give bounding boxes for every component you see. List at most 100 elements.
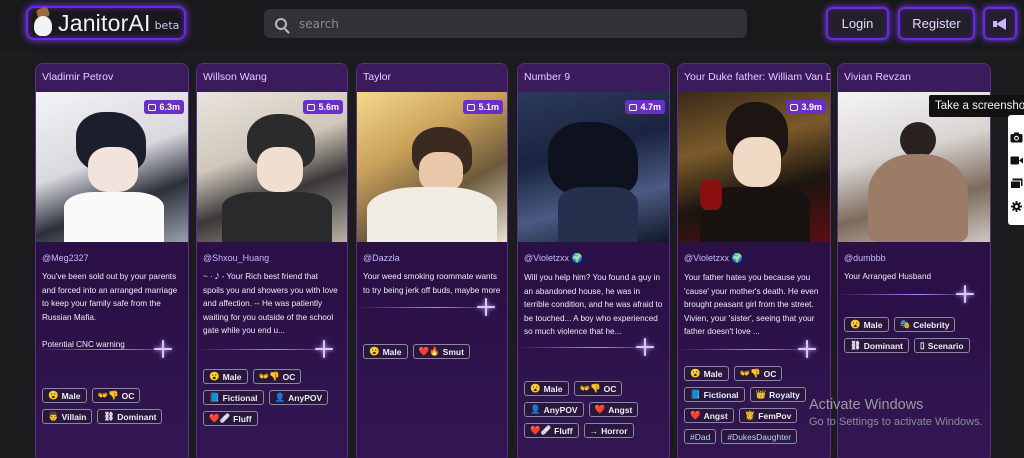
tag-emoji-icon: ❤️: [594, 404, 606, 414]
tag-label: Dominant: [117, 411, 157, 422]
card-description: Your weed smoking roommate wants to try …: [363, 272, 501, 295]
register-button[interactable]: Register: [898, 7, 975, 40]
tag-emoji-icon: 🎭: [899, 319, 911, 329]
divider: [678, 349, 814, 350]
tag-emoji-icon: 😮: [850, 319, 861, 329]
tag-label: Fictional: [703, 389, 739, 400]
creator-link[interactable]: @Shxou_Huang: [197, 253, 347, 263]
tag-label: Smut: [442, 346, 464, 357]
character-card[interactable]: Vladimir Petrov 6.3m @Meg2327 You've been s…: [35, 63, 189, 458]
tag-emoji-icon: 👨: [48, 411, 59, 421]
character-image[interactable]: 4.7m: [518, 92, 669, 242]
settings-icon[interactable]: [1010, 201, 1023, 212]
beta-badge: beta: [154, 18, 180, 32]
search-bar[interactable]: [264, 9, 747, 38]
tag-chip[interactable]: 📘 Fictional: [203, 390, 264, 405]
character-image[interactable]: 5.6m: [197, 92, 347, 242]
card-description: You've been sold out by your parents and…: [42, 272, 178, 349]
tag-emoji-icon: 😮: [369, 346, 380, 356]
tag-label: Male: [61, 390, 81, 401]
chat-count-badge: 6.3m: [144, 100, 184, 114]
tag-label: #DukesDaughter: [727, 431, 792, 442]
tag-label: Scenario: [927, 340, 964, 351]
window-icon[interactable]: [1010, 178, 1023, 189]
tag-chip[interactable]: 👐👎 OC: [733, 366, 783, 381]
creator-link[interactable]: @Violetzxx 🌍: [518, 253, 669, 264]
tag-chip[interactable]: 👐👎 OC: [252, 369, 302, 384]
tag-chip[interactable]: 👐👎 OC: [573, 381, 623, 396]
tag-chip[interactable]: ⛓ Dominant: [97, 409, 163, 424]
creator-link[interactable]: @Violetzxx 🌍: [678, 253, 830, 264]
announcement-button[interactable]: [983, 7, 1017, 40]
tag-chip[interactable]: 😮 Male: [844, 317, 889, 332]
tag-chip[interactable]: 😮 Male: [684, 366, 729, 381]
tag-emoji-icon: 👐👎: [97, 390, 119, 400]
search-icon: [275, 17, 287, 30]
tag-emoji-icon: 😮: [530, 383, 541, 393]
card-description: Your Arranged Husband: [844, 272, 932, 281]
tag-chip[interactable]: 😮 Male: [524, 381, 569, 396]
tag-list: 😮 Male 👐👎 OC 📘 Fictional 👤 AnyPOV ❤️🩹 Fluff: [203, 369, 347, 426]
login-button[interactable]: Login: [826, 7, 889, 40]
tag-label: Villain: [61, 411, 87, 422]
chat-count: 5.6m: [318, 102, 339, 112]
character-card[interactable]: Willson Wang 5.6m @Shxou_Huang ~ · 𝅘𝅥𝅮 - Yo…: [196, 63, 348, 458]
card-title: Taylor: [357, 64, 507, 92]
character-image[interactable]: 5.1m: [357, 92, 507, 242]
search-input[interactable]: [299, 16, 719, 31]
tag-label: Fluff: [554, 425, 573, 436]
tag-chip[interactable]: ❤️ Angst: [684, 408, 734, 423]
tag-chip[interactable]: ▯ Scenario: [914, 338, 970, 353]
tag-chip[interactable]: #DukesDaughter: [721, 429, 798, 444]
tag-list: 😮 Male 🎭 Celebrity ⛓ Dominant ▯ Scenario: [844, 317, 990, 353]
tag-label: Fluff: [233, 413, 252, 424]
tag-chip[interactable]: 🎭 Celebrity: [893, 317, 956, 332]
tag-list: 😮 Male 👐👎 OC 👤 AnyPOV ❤️ Angst ❤️🩹 Fluff → Horror: [524, 381, 669, 438]
tag-emoji-icon: 👤: [274, 392, 286, 402]
divider: [838, 294, 974, 295]
tag-chip[interactable]: 📘 Fictional: [684, 387, 745, 402]
character-image[interactable]: 3.9m: [678, 92, 830, 242]
character-card[interactable]: Your Duke father: William Van D 3.9m @Viol…: [677, 63, 831, 458]
chat-count: 3.9m: [801, 102, 822, 112]
creator-link[interactable]: @Meg2327: [36, 253, 188, 263]
tag-chip[interactable]: 😮 Male: [363, 344, 408, 359]
tag-chip[interactable]: → Horror: [583, 423, 634, 438]
tag-label: Angst: [608, 404, 633, 415]
tag-chip[interactable]: ❤️🩹 Fluff: [524, 423, 579, 438]
tag-label: AnyPOV: [543, 404, 578, 415]
creator-link[interactable]: @dumbbb: [838, 253, 990, 263]
tag-emoji-icon: ⛓: [103, 411, 115, 421]
tag-chip[interactable]: #Dad: [684, 429, 717, 444]
megaphone-icon: [993, 17, 1007, 30]
tag-label: Royalty: [769, 389, 800, 400]
tag-label: AnyPOV: [288, 392, 323, 403]
card-description: ~ · 𝅘𝅥𝅮 - Your Rich best friend that spo…: [203, 272, 338, 335]
tag-chip[interactable]: 👑 Royalty: [749, 387, 806, 402]
screenshot-icon[interactable]: [1010, 132, 1023, 143]
tag-chip[interactable]: ❤️🩹 Fluff: [203, 411, 258, 426]
tag-emoji-icon: 👸: [744, 410, 756, 420]
tag-chip[interactable]: 👸 FemPov: [738, 408, 798, 423]
tag-chip[interactable]: 👤 AnyPOV: [524, 402, 584, 417]
tag-chip[interactable]: ❤️ Angst: [588, 402, 639, 417]
character-image[interactable]: 6.3m: [36, 92, 188, 242]
tag-chip[interactable]: 👐👎 OC: [91, 388, 141, 403]
tag-label: Angst: [703, 410, 728, 421]
tag-chip[interactable]: ❤️🔥 Smut: [412, 344, 470, 359]
tag-chip[interactable]: 😮 Male: [42, 388, 87, 403]
sparkle-icon: [798, 340, 816, 358]
chat-count: 4.7m: [640, 102, 661, 112]
video-icon[interactable]: [1010, 155, 1023, 166]
divider: [357, 307, 491, 308]
tag-chip[interactable]: 👤 AnyPOV: [268, 390, 329, 405]
tag-chip[interactable]: ⛓ Dominant: [844, 338, 909, 353]
creator-link[interactable]: @Dazzla: [357, 253, 507, 263]
tag-chip[interactable]: 👨 Villain: [42, 409, 93, 424]
character-card[interactable]: Taylor 5.1m @Dazzla Your weed smoking roomm…: [356, 63, 508, 458]
character-card[interactable]: Number 9 4.7m @Violetzxx 🌍 Will you help hi…: [517, 63, 670, 458]
janitorai-logo[interactable]: JanitorAI beta: [26, 6, 186, 40]
tag-emoji-icon: 👐👎: [739, 368, 761, 378]
chat-count-badge: 5.6m: [303, 100, 343, 114]
tag-chip[interactable]: 😮 Male: [203, 369, 248, 384]
